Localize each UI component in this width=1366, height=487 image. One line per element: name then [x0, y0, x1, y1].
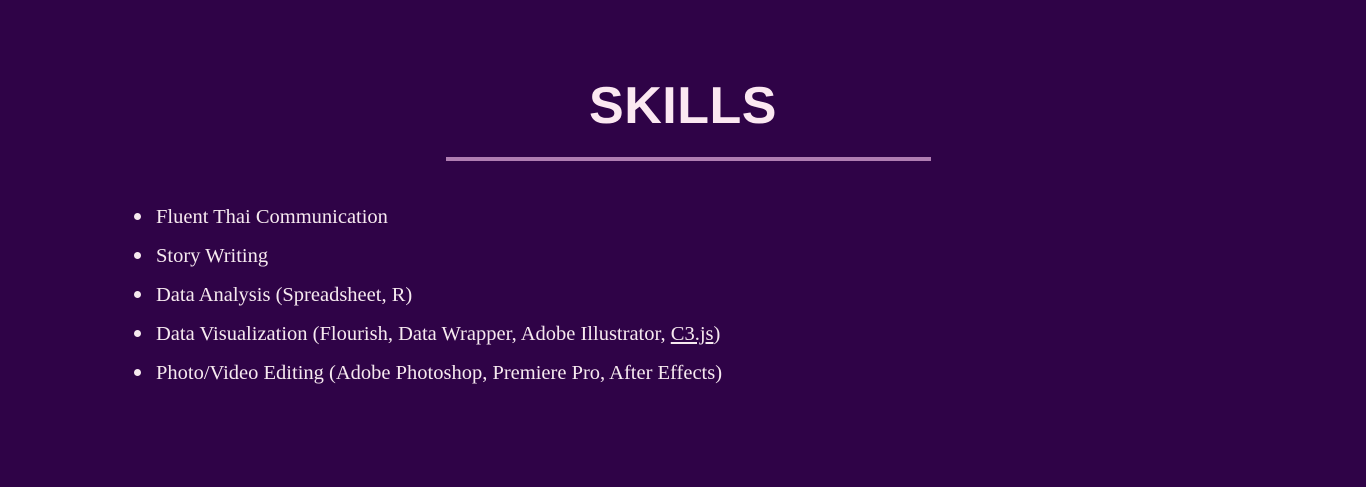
- bullet-icon: [134, 291, 141, 298]
- skill-item-story-writing: Story Writing: [134, 239, 722, 278]
- bullet-icon: [134, 369, 141, 376]
- c3js-link[interactable]: C3.js: [671, 323, 714, 345]
- bullet-icon: [134, 252, 141, 259]
- skill-item-thai: Fluent Thai Communication: [134, 200, 722, 239]
- skills-list: Fluent Thai Communication Story Writing …: [134, 200, 722, 395]
- skill-item-data-visualization: Data Visualization (Flourish, Data Wrapp…: [134, 317, 722, 356]
- skill-text: Data Analysis (Spreadsheet, R): [156, 284, 413, 306]
- skill-text: Photo/Video Editing (Adobe Photoshop, Pr…: [156, 362, 723, 384]
- skills-section: SKILLS Fluent Thai Communication Story W…: [0, 0, 1366, 487]
- skill-text: Fluent Thai Communication: [156, 206, 388, 228]
- bullet-icon: [134, 330, 141, 337]
- section-title: SKILLS: [589, 77, 777, 135]
- skill-item-photo-video-editing: Photo/Video Editing (Adobe Photoshop, Pr…: [134, 356, 722, 395]
- bullet-icon: [134, 213, 141, 220]
- title-divider: [446, 157, 931, 161]
- skill-text: Story Writing: [156, 245, 269, 267]
- skill-text-closing: ): [713, 323, 721, 345]
- skill-text: Data Visualization (Flourish, Data Wrapp…: [156, 323, 671, 345]
- skill-item-data-analysis: Data Analysis (Spreadsheet, R): [134, 278, 722, 317]
